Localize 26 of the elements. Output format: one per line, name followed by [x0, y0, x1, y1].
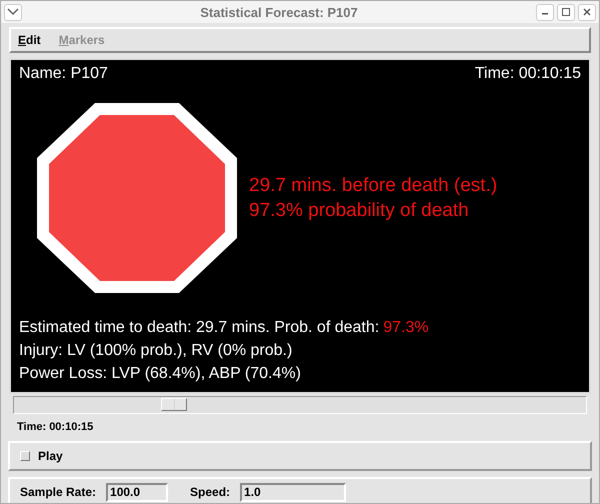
- detail-text: Injury: LV (100% prob.), RV (0% prob.): [19, 341, 294, 361]
- field-label: Sample Rate:: [20, 485, 96, 499]
- detail-text: Power Loss: LVP (68.4%), ABP (70.4%): [19, 364, 302, 384]
- time-slider[interactable]: [13, 396, 587, 414]
- stop-sign-icon: [37, 103, 237, 293]
- menu-item[interactable]: Edit: [18, 33, 41, 47]
- summary-text: Estimated time to death: 29.7 mins. Prob. of death:: [19, 319, 380, 336]
- input-field[interactable]: 1.0: [240, 482, 346, 502]
- play-checkbox[interactable]: Play: [20, 449, 63, 463]
- time-label: Time: 00:10:15: [17, 420, 94, 432]
- forecast-text: 29.7 mins. before death (est.): [249, 174, 498, 198]
- minimize-button[interactable]: [536, 4, 554, 20]
- window-menu-button[interactable]: [4, 4, 22, 20]
- probability-value: 97.3%: [383, 319, 429, 336]
- maximize-button[interactable]: [557, 4, 575, 20]
- window-title: Statistical Forecast: P107: [199, 4, 359, 20]
- maximize-icon: [561, 7, 571, 17]
- field-label: Speed:: [190, 485, 230, 499]
- patient-name: Name: P107: [19, 65, 108, 83]
- forecast-text: 97.3% probability of death: [249, 199, 470, 223]
- display-time: Time: 00:10:15: [474, 65, 581, 83]
- close-button[interactable]: [578, 4, 596, 20]
- slider-thumb[interactable]: [161, 398, 188, 411]
- close-icon: [582, 7, 592, 17]
- caret-icon: [7, 8, 19, 16]
- input-field[interactable]: 100.0: [106, 482, 168, 502]
